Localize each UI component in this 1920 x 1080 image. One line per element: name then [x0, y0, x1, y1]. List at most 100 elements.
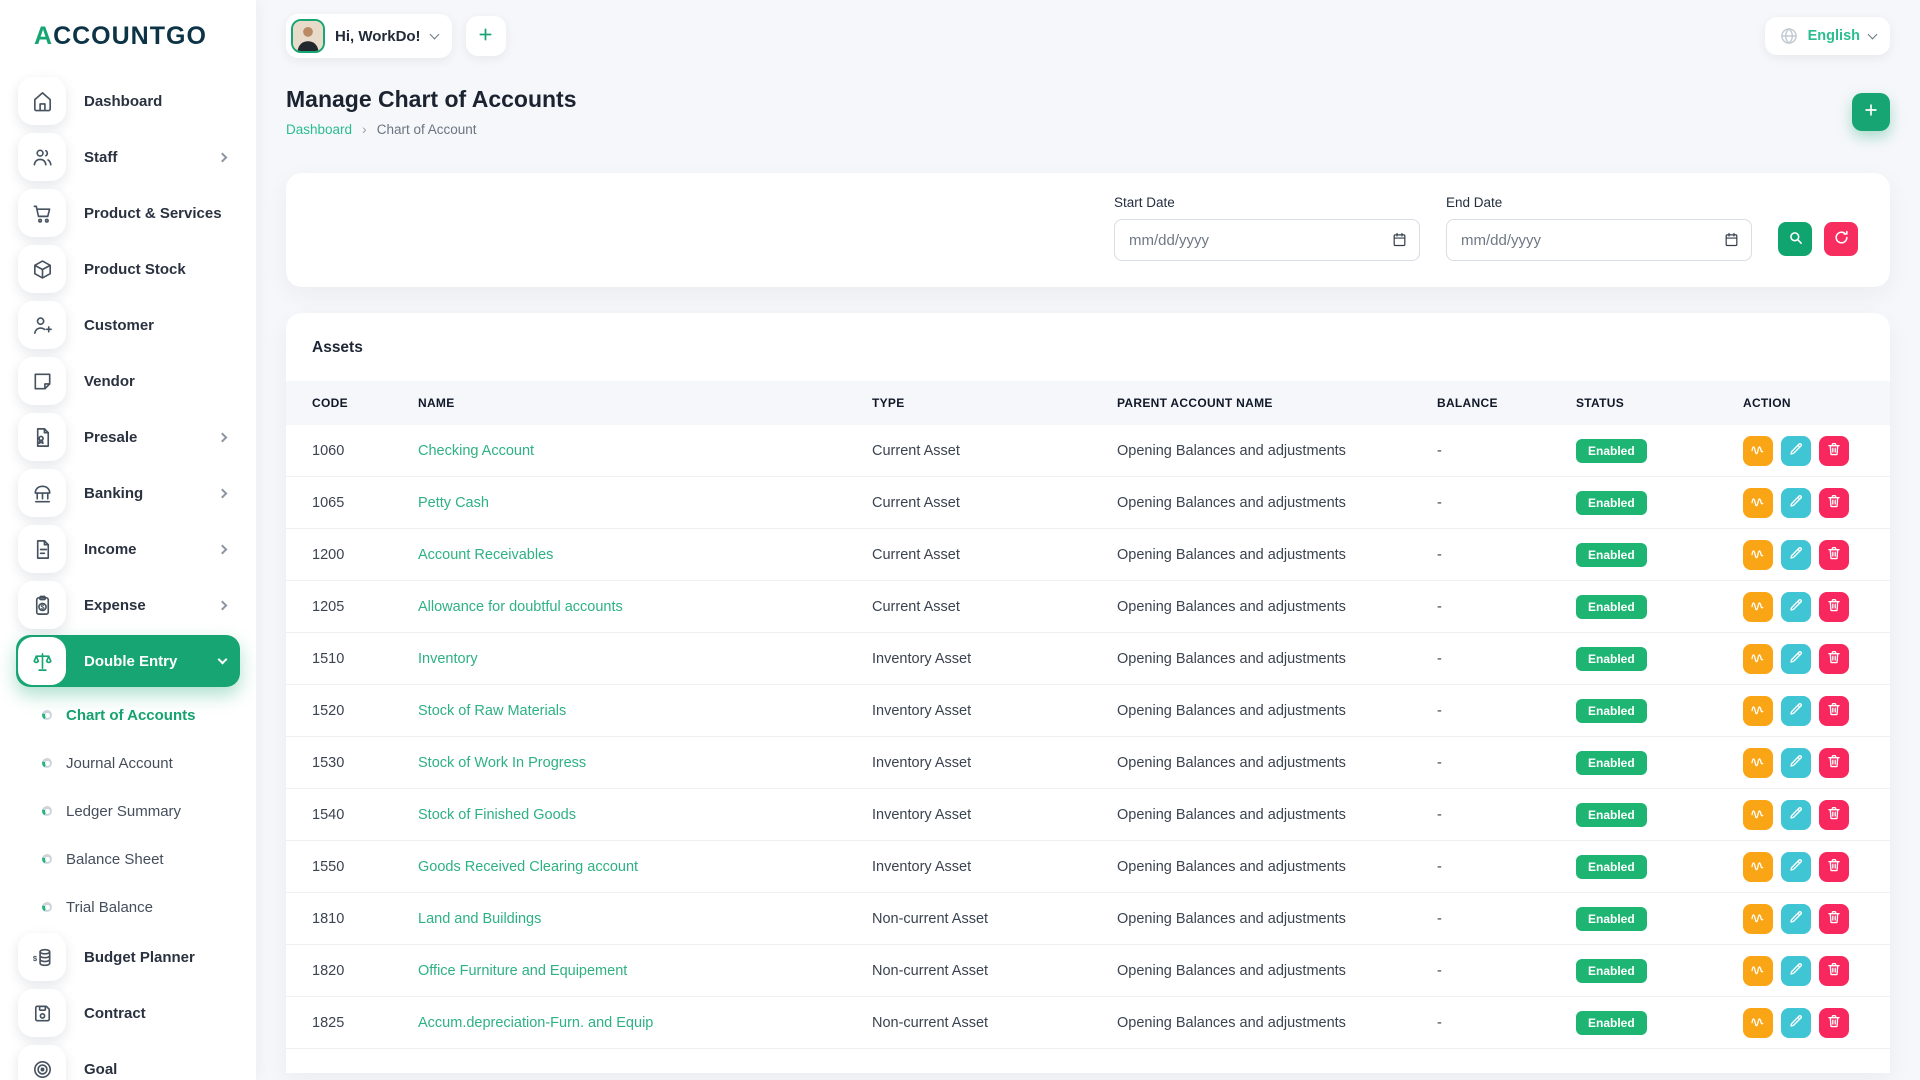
account-name-link[interactable]: Petty Cash [418, 495, 489, 511]
account-name-link[interactable]: Stock of Finished Goods [418, 807, 576, 823]
delete-button[interactable] [1819, 487, 1849, 518]
trash-icon [1826, 441, 1842, 460]
cell-code: 1520 [312, 702, 345, 719]
save-icon [18, 989, 66, 1037]
search-icon [1787, 229, 1804, 249]
page-heading-block: Manage Chart of Accounts Dashboard › Cha… [286, 86, 577, 137]
account-name-link[interactable]: Account Receivables [418, 547, 553, 563]
edit-button[interactable] [1781, 747, 1811, 778]
trash-icon [1826, 1013, 1842, 1032]
row-actions [1743, 851, 1866, 882]
sidebar-item-double-entry[interactable]: Double Entry [16, 635, 240, 687]
column-header-code: CODE [312, 396, 348, 410]
edit-button[interactable] [1781, 695, 1811, 726]
transactions-button[interactable] [1743, 643, 1773, 674]
transactions-button[interactable] [1743, 539, 1773, 570]
end-date-input[interactable] [1446, 219, 1752, 261]
page-header: Manage Chart of Accounts Dashboard › Cha… [286, 86, 1890, 137]
chevron-icon [217, 654, 228, 664]
language-selector[interactable]: English [1764, 17, 1890, 55]
sidebar-item-customer[interactable]: Customer [16, 299, 240, 351]
edit-button[interactable] [1781, 591, 1811, 622]
reset-button[interactable] [1824, 222, 1858, 256]
bullet-icon [42, 854, 52, 864]
sidebar-item-staff[interactable]: Staff [16, 131, 240, 183]
account-name-link[interactable]: Stock of Raw Materials [418, 703, 566, 719]
delete-button[interactable] [1819, 903, 1849, 934]
delete-button[interactable] [1819, 435, 1849, 466]
transactions-button[interactable] [1743, 851, 1773, 882]
account-name-link[interactable]: Checking Account [418, 443, 534, 459]
cell-code: 1510 [312, 650, 345, 667]
delete-button[interactable] [1819, 591, 1849, 622]
sidebar-item-dashboard[interactable]: Dashboard [16, 75, 240, 127]
edit-button[interactable] [1781, 487, 1811, 518]
account-name-link[interactable]: Accum.depreciation-Furn. and Equip [418, 1015, 653, 1031]
sidebar-item-product-stock[interactable]: Product Stock [16, 243, 240, 295]
search-button[interactable] [1778, 222, 1812, 256]
start-date-input[interactable] [1114, 219, 1420, 261]
sidebar-subitem-journal-account[interactable]: Journal Account [16, 739, 240, 787]
edit-button[interactable] [1781, 539, 1811, 570]
sidebar-item-goal[interactable]: Goal [16, 1043, 240, 1080]
quick-add-button[interactable] [465, 16, 506, 56]
delete-button[interactable] [1819, 747, 1849, 778]
sidebar-subitem-chart-of-accounts[interactable]: Chart of Accounts [16, 691, 240, 739]
row-actions [1743, 591, 1866, 622]
delete-button[interactable] [1819, 851, 1849, 882]
start-date-field: Start Date [1114, 195, 1420, 261]
transactions-button[interactable] [1743, 903, 1773, 934]
trash-icon [1826, 805, 1842, 824]
account-name-link[interactable]: Allowance for doubtful accounts [418, 599, 623, 615]
edit-button[interactable] [1781, 1007, 1811, 1038]
cell-balance: - [1437, 442, 1442, 459]
transactions-button[interactable] [1743, 487, 1773, 518]
account-name-link[interactable]: Office Furniture and Equipement [418, 963, 627, 979]
brand-logo: ACCOUNTGO [0, 22, 256, 51]
plus-icon [476, 25, 495, 47]
transactions-button[interactable] [1743, 747, 1773, 778]
account-name-link[interactable]: Inventory [418, 651, 478, 667]
sidebar-subitem-balance-sheet[interactable]: Balance Sheet [16, 835, 240, 883]
transactions-button[interactable] [1743, 435, 1773, 466]
sidebar-item-contract[interactable]: Contract [16, 987, 240, 1039]
edit-button[interactable] [1781, 643, 1811, 674]
sidebar-item-vendor[interactable]: Vendor [16, 355, 240, 407]
delete-button[interactable] [1819, 1007, 1849, 1038]
delete-button[interactable] [1819, 643, 1849, 674]
transactions-button[interactable] [1743, 955, 1773, 986]
delete-button[interactable] [1819, 955, 1849, 986]
cell-code: 1065 [312, 494, 345, 511]
sidebar-subitem-ledger-summary[interactable]: Ledger Summary [16, 787, 240, 835]
sidebar-item-presale[interactable]: Presale [16, 411, 240, 463]
account-name-link[interactable]: Stock of Work In Progress [418, 755, 586, 771]
cell-parent-account: Opening Balances and adjustments [1117, 650, 1346, 667]
edit-button[interactable] [1781, 851, 1811, 882]
delete-button[interactable] [1819, 695, 1849, 726]
breadcrumb-home-link[interactable]: Dashboard [286, 122, 352, 137]
sidebar-item-income[interactable]: Income [16, 523, 240, 575]
transactions-button[interactable] [1743, 1007, 1773, 1038]
edit-button[interactable] [1781, 799, 1811, 830]
edit-button[interactable] [1781, 435, 1811, 466]
transactions-button[interactable] [1743, 799, 1773, 830]
transactions-button[interactable] [1743, 591, 1773, 622]
sidebar-item-banking[interactable]: Banking [16, 467, 240, 519]
svg-text:$: $ [32, 953, 37, 962]
user-menu-trigger[interactable]: Hi, WorkDo! [286, 14, 452, 58]
delete-button[interactable] [1819, 799, 1849, 830]
delete-button[interactable] [1819, 539, 1849, 570]
account-name-link[interactable]: Goods Received Clearing account [418, 859, 638, 875]
edit-button[interactable] [1781, 903, 1811, 934]
sidebar-item-expense[interactable]: $ Expense [16, 579, 240, 631]
sidebar-subitem-trial-balance[interactable]: Trial Balance [16, 883, 240, 931]
create-account-button[interactable] [1852, 92, 1890, 131]
edit-button[interactable] [1781, 955, 1811, 986]
account-name-link[interactable]: Land and Buildings [418, 911, 541, 927]
sidebar-item-product-services[interactable]: Product & Services [16, 187, 240, 239]
cell-balance: - [1437, 1014, 1442, 1031]
bank-icon [18, 469, 66, 517]
sidebar-item-budget-planner[interactable]: $ Budget Planner [16, 931, 240, 983]
pencil-icon [1788, 961, 1804, 980]
transactions-button[interactable] [1743, 695, 1773, 726]
